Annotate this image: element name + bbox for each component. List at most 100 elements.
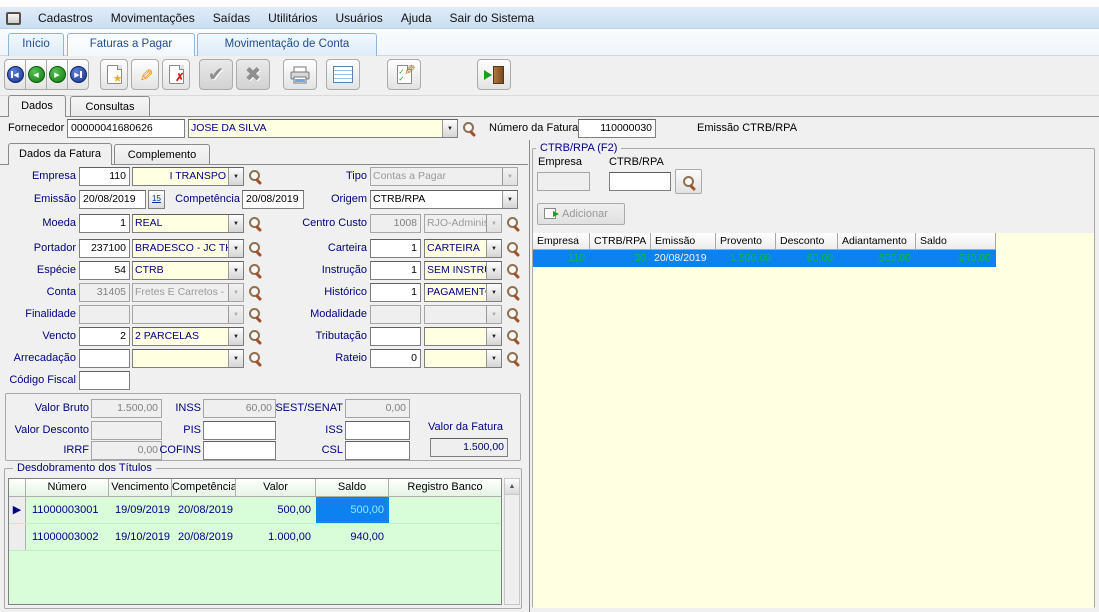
dropdown-arrow-icon[interactable]: ▼	[486, 240, 501, 257]
arrecadacao-code-input[interactable]	[79, 349, 130, 368]
cell-numero[interactable]: 11000003002	[26, 524, 109, 550]
table-row[interactable]: ▶ 11000003001 19/09/2019 20/08/2019 500,…	[9, 497, 501, 524]
page-tab-consultas[interactable]: Consultas	[70, 96, 150, 117]
next-record-button[interactable]: ▶	[46, 59, 68, 90]
finalidade-search-icon[interactable]	[248, 307, 263, 322]
cell-adiantamento[interactable]: 500,00	[838, 250, 916, 267]
instrucao-code-input[interactable]: 1	[370, 261, 421, 280]
vencto-combo[interactable]: 2 PARCELAS▼	[132, 327, 244, 346]
cell-registro-banco[interactable]	[389, 497, 501, 523]
col-saldo[interactable]: Saldo	[916, 233, 996, 250]
cell-competencia[interactable]: 20/08/2019	[172, 524, 236, 550]
col-registro-banco[interactable]: Registro Banco	[389, 479, 501, 497]
instrucao-search-icon[interactable]	[506, 263, 521, 278]
cell-provento[interactable]: 1.500,00	[716, 250, 776, 267]
pis-input[interactable]	[203, 421, 276, 440]
col-empresa[interactable]: Empresa	[533, 233, 590, 250]
moeda-search-icon[interactable]	[248, 216, 263, 231]
modalidade-search-icon[interactable]	[506, 307, 521, 322]
cell-desconto[interactable]: 60,00	[776, 250, 838, 267]
scroll-up-icon[interactable]: ▲	[505, 479, 519, 495]
dropdown-arrow-icon[interactable]: ▼	[486, 284, 501, 301]
conta-search-icon[interactable]	[248, 285, 263, 300]
table-row[interactable]: 11000003002 19/10/2019 20/08/2019 1.000,…	[9, 524, 501, 551]
rateio-code-input[interactable]: 0	[370, 349, 421, 368]
dropdown-arrow-icon[interactable]: ▼	[228, 328, 243, 345]
cell-valor[interactable]: 500,00	[236, 497, 316, 523]
cell-saldo-selected[interactable]: 500,00	[316, 497, 389, 523]
tab-movimentacao-conta-corrente[interactable]: Movimentação de Conta Corrente	[197, 33, 377, 56]
empresa-search-icon[interactable]	[248, 169, 263, 184]
historico-search-icon[interactable]	[506, 285, 521, 300]
previous-record-button[interactable]: ◀	[25, 59, 47, 90]
moeda-combo[interactable]: REAL▼	[132, 214, 244, 233]
grid-view-button[interactable]	[326, 59, 360, 90]
detail-tab-complemento[interactable]: Complemento	[114, 144, 210, 165]
portador-combo[interactable]: BRADESCO - JC TH▼	[132, 239, 244, 258]
col-ctrb-rpa[interactable]: CTRB/RPA	[590, 233, 651, 250]
application-icon[interactable]	[6, 12, 21, 25]
tab-faturas-a-pagar[interactable]: Faturas a Pagar×	[67, 33, 195, 56]
carteira-combo[interactable]: CARTEIRA▼	[424, 239, 502, 258]
fornecedor-search-icon[interactable]	[462, 121, 477, 136]
empresa-combo[interactable]: I TRANSPO▼	[132, 167, 244, 186]
especie-search-icon[interactable]	[248, 263, 263, 278]
csl-input[interactable]	[345, 441, 410, 460]
fornecedor-combo[interactable]: JOSE DA SILVA ▼	[188, 119, 458, 138]
col-competencia[interactable]: Competência	[172, 479, 236, 497]
ctrb-rpa-input[interactable]	[609, 172, 671, 191]
col-saldo[interactable]: Saldo	[316, 479, 389, 497]
first-record-button[interactable]: ◀	[4, 59, 26, 90]
menu-movimentacoes[interactable]: Movimentações	[102, 8, 204, 28]
ctrb-zoom-button[interactable]	[675, 169, 702, 194]
centro-custo-search-icon[interactable]	[506, 216, 521, 231]
cell-vencimento[interactable]: 19/09/2019	[109, 497, 172, 523]
tributacao-code-input[interactable]	[370, 327, 421, 346]
empresa-code-input[interactable]: 110	[79, 167, 130, 186]
historico-combo[interactable]: PAGAMENTO▼	[424, 283, 502, 302]
dropdown-arrow-icon[interactable]: ▼	[486, 262, 501, 279]
vencto-code-input[interactable]: 2	[79, 327, 130, 346]
edit-record-button[interactable]: ✎	[131, 59, 159, 90]
cell-registro-banco[interactable]	[389, 524, 501, 550]
col-valor[interactable]: Valor	[236, 479, 316, 497]
cell-vencimento[interactable]: 19/10/2019	[109, 524, 172, 550]
carteira-search-icon[interactable]	[506, 241, 521, 256]
calendar-icon[interactable]: 15	[148, 190, 165, 209]
menu-ajuda[interactable]: Ajuda	[392, 8, 441, 28]
dropdown-arrow-icon[interactable]: ▼	[228, 240, 243, 257]
tab-inicio[interactable]: Início	[8, 33, 64, 56]
origem-combo[interactable]: CTRB/RPA▼	[370, 190, 518, 209]
delete-record-button[interactable]: ✗	[162, 59, 190, 90]
cell-valor[interactable]: 1.000,00	[236, 524, 316, 550]
carteira-code-input[interactable]: 1	[370, 239, 421, 258]
rateio-combo[interactable]: ▼	[424, 349, 502, 368]
last-record-button[interactable]: ▶	[67, 59, 89, 90]
col-numero[interactable]: Número	[26, 479, 109, 497]
cofins-input[interactable]	[203, 441, 276, 460]
cell-ctrb-rpa[interactable]: 30	[590, 250, 651, 267]
ctrb-empresa-input[interactable]	[537, 172, 590, 191]
portador-search-icon[interactable]	[248, 241, 263, 256]
ctrb-grid-selected-row[interactable]: 110 30 20/08/2019 1.500,00 60,00 500,00 …	[533, 250, 996, 267]
cell-empresa[interactable]: 110	[533, 250, 590, 267]
instrucao-combo[interactable]: SEM INSTRUCAO▼	[424, 261, 502, 280]
menu-utilitarios[interactable]: Utilitários	[259, 8, 326, 28]
detail-tab-dados-fatura[interactable]: Dados da Fatura	[8, 143, 112, 165]
menu-sair-do-sistema[interactable]: Sair do Sistema	[441, 8, 544, 28]
dropdown-arrow-icon[interactable]: ▼	[228, 168, 243, 185]
col-emissao[interactable]: Emissão	[651, 233, 716, 250]
dropdown-arrow-icon[interactable]: ▼	[228, 215, 243, 232]
emissao-input[interactable]: 20/08/2019	[79, 190, 146, 209]
rateio-search-icon[interactable]	[506, 351, 521, 366]
cell-emissao[interactable]: 20/08/2019	[651, 250, 716, 267]
dropdown-arrow-icon[interactable]: ▼	[442, 120, 457, 137]
numero-fatura-input[interactable]: 110000030	[578, 119, 656, 138]
menu-cadastros[interactable]: Cadastros	[29, 8, 102, 28]
dropdown-arrow-icon[interactable]: ▼	[228, 262, 243, 279]
dropdown-arrow-icon[interactable]: ▼	[486, 350, 501, 367]
portador-code-input[interactable]: 237100	[79, 239, 130, 258]
col-provento[interactable]: Provento	[716, 233, 776, 250]
especie-code-input[interactable]: 54	[79, 261, 130, 280]
col-desconto[interactable]: Desconto	[776, 233, 838, 250]
